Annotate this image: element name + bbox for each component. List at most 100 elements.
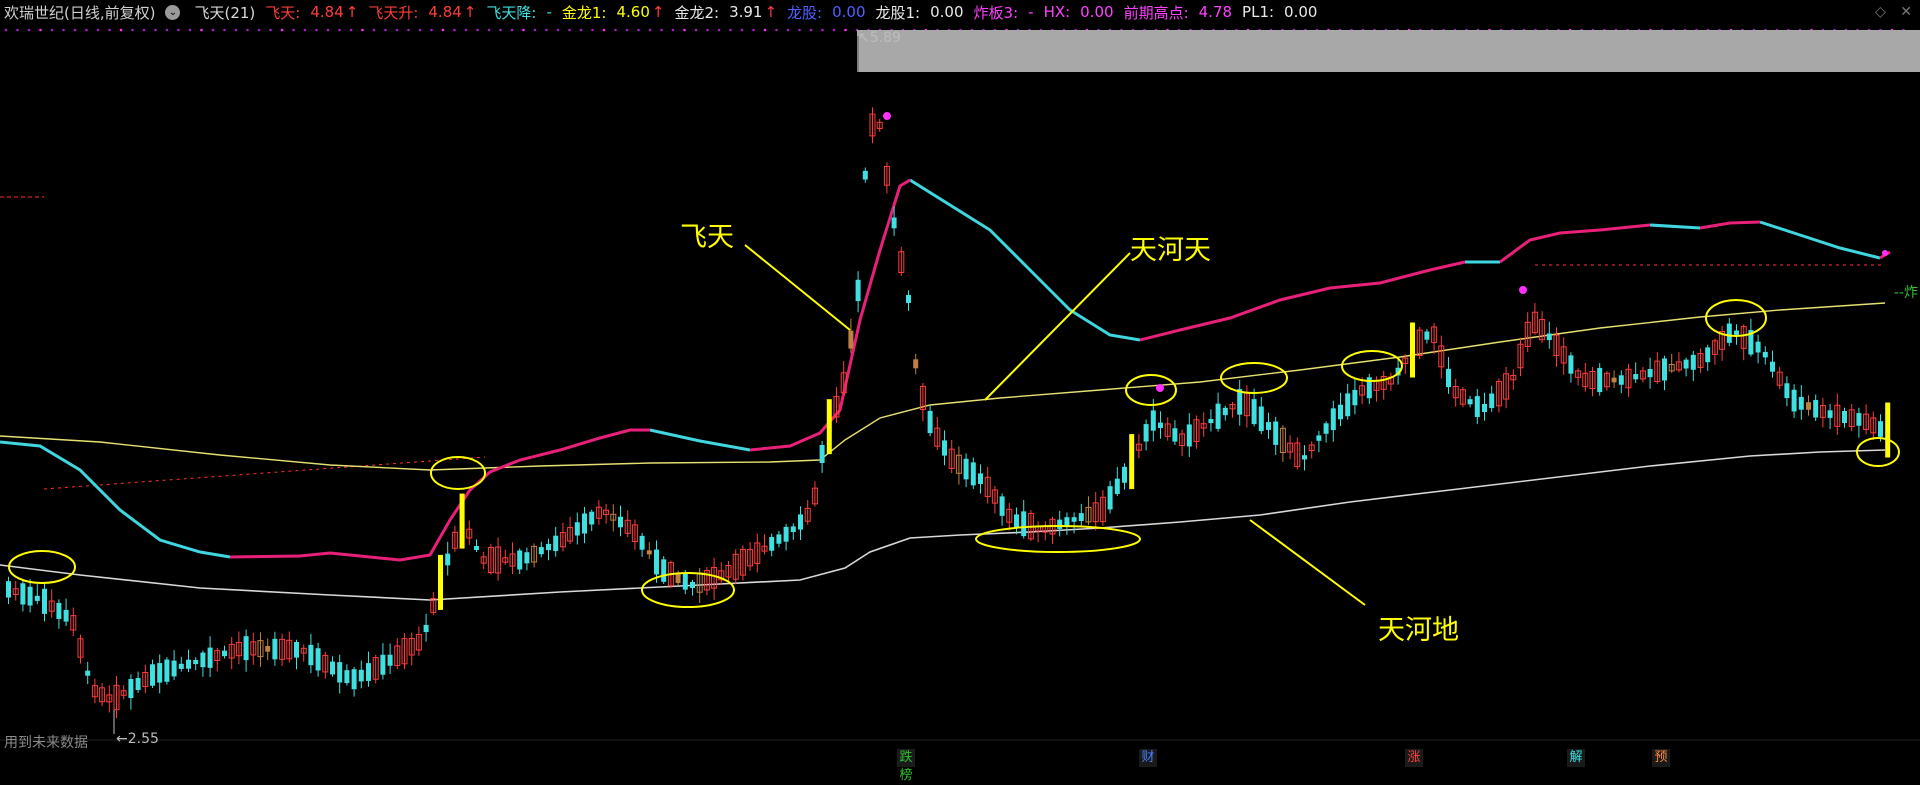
event-marker-cai[interactable]: 财 <box>1139 749 1157 767</box>
candle-body <box>942 440 947 456</box>
candle-body <box>265 646 271 652</box>
candle-body <box>891 217 897 229</box>
candle-body <box>1618 375 1624 385</box>
candle-body <box>63 609 69 622</box>
candle-body <box>1330 408 1336 431</box>
event-marker-jie[interactable]: 解 <box>1567 749 1585 767</box>
signal-dot <box>1519 286 1527 294</box>
signal-dot <box>660 28 663 32</box>
candle-body <box>790 526 796 532</box>
candle-body <box>358 669 364 682</box>
highlight-ellipse <box>1125 374 1177 406</box>
signal-dot <box>464 28 468 32</box>
candle-body <box>423 624 429 633</box>
candle-body <box>1323 423 1329 434</box>
tianhe-di-annotation: 天河地 <box>1378 615 1459 646</box>
signal-dot <box>786 28 790 32</box>
candle-body <box>826 399 832 455</box>
candle-body <box>1842 410 1847 424</box>
signal-dot <box>372 28 376 32</box>
signal-dot <box>533 28 537 32</box>
candle-body <box>682 573 688 590</box>
signal-dot <box>131 28 134 32</box>
candle-body <box>1662 358 1667 381</box>
candle-body <box>1770 361 1775 372</box>
candle-body <box>862 170 868 180</box>
candle-body <box>186 659 191 669</box>
signal-dot <box>326 28 330 32</box>
signal-dot <box>303 28 307 32</box>
candle-body <box>1467 399 1473 405</box>
signal-dot <box>4 28 8 32</box>
candle-body <box>1273 421 1279 445</box>
candle-body <box>1784 383 1790 399</box>
candle-body <box>1734 330 1739 335</box>
signal-dot <box>73 28 77 32</box>
signal-dot <box>883 112 891 120</box>
candle-body <box>963 458 969 480</box>
candle-body <box>978 473 983 484</box>
candle-body <box>1806 402 1811 410</box>
candle-body <box>1158 422 1163 429</box>
signal-dot <box>487 28 491 32</box>
signal-dot <box>763 28 767 32</box>
candle-body <box>618 516 623 528</box>
candle-body <box>848 330 854 349</box>
candlestick-chart[interactable] <box>0 0 1920 774</box>
candle-body <box>6 581 11 598</box>
signal-dot <box>108 28 111 32</box>
candle-body <box>222 650 227 657</box>
candle-body <box>178 663 184 669</box>
signal-dot <box>568 28 571 32</box>
signal-dot <box>798 28 801 32</box>
candle-body <box>193 660 199 665</box>
tianhe-di-leader-line <box>1249 519 1366 606</box>
candle-body <box>1647 368 1653 378</box>
candle-body <box>85 670 91 676</box>
candle-body <box>171 660 177 677</box>
candle-body <box>582 513 587 534</box>
signal-dot <box>395 28 399 32</box>
candle-body <box>150 664 155 686</box>
signal-dot <box>579 28 583 32</box>
zhaban-tag: --炸 <box>1893 285 1918 301</box>
event-marker-dieban[interactable]: 跌榜 <box>897 749 915 783</box>
candle-body <box>1172 428 1178 442</box>
signal-dot <box>821 28 824 32</box>
candle-body <box>524 552 530 564</box>
event-marker-yu[interactable]: 预 <box>1652 749 1670 767</box>
candle-body <box>366 663 371 681</box>
signal-dot <box>39 28 42 32</box>
candle-body <box>27 586 33 606</box>
candle-body <box>294 641 299 658</box>
candle-body <box>913 359 919 369</box>
event-marker-zhang[interactable]: 涨 <box>1405 749 1423 767</box>
candle-body <box>970 462 976 486</box>
signal-dot <box>16 28 19 32</box>
signal-dot <box>165 28 169 32</box>
candle-body <box>1258 406 1264 432</box>
candle-body <box>1755 341 1761 353</box>
candle-body <box>1338 404 1343 420</box>
candle-body <box>330 661 335 675</box>
candle-body <box>1813 399 1819 418</box>
candle-body <box>661 559 667 582</box>
candle-body <box>1215 403 1221 429</box>
candle-body <box>1143 424 1149 442</box>
signal-dot <box>119 28 123 32</box>
candle-body <box>20 583 26 605</box>
candle-body <box>776 534 782 544</box>
candle-body <box>42 588 47 614</box>
candle-body <box>128 678 134 699</box>
signal-dot <box>188 28 192 32</box>
signal-dot <box>349 28 353 32</box>
ref-line-left <box>43 456 486 490</box>
signal-dot <box>177 28 180 32</box>
candle-body <box>1611 377 1617 383</box>
signal-dot <box>50 28 54 32</box>
feitian-leader-line <box>744 244 851 331</box>
candle-body <box>1856 413 1862 426</box>
candle-body <box>459 493 465 549</box>
signal-dot <box>85 28 88 32</box>
candles-group <box>6 107 1891 719</box>
